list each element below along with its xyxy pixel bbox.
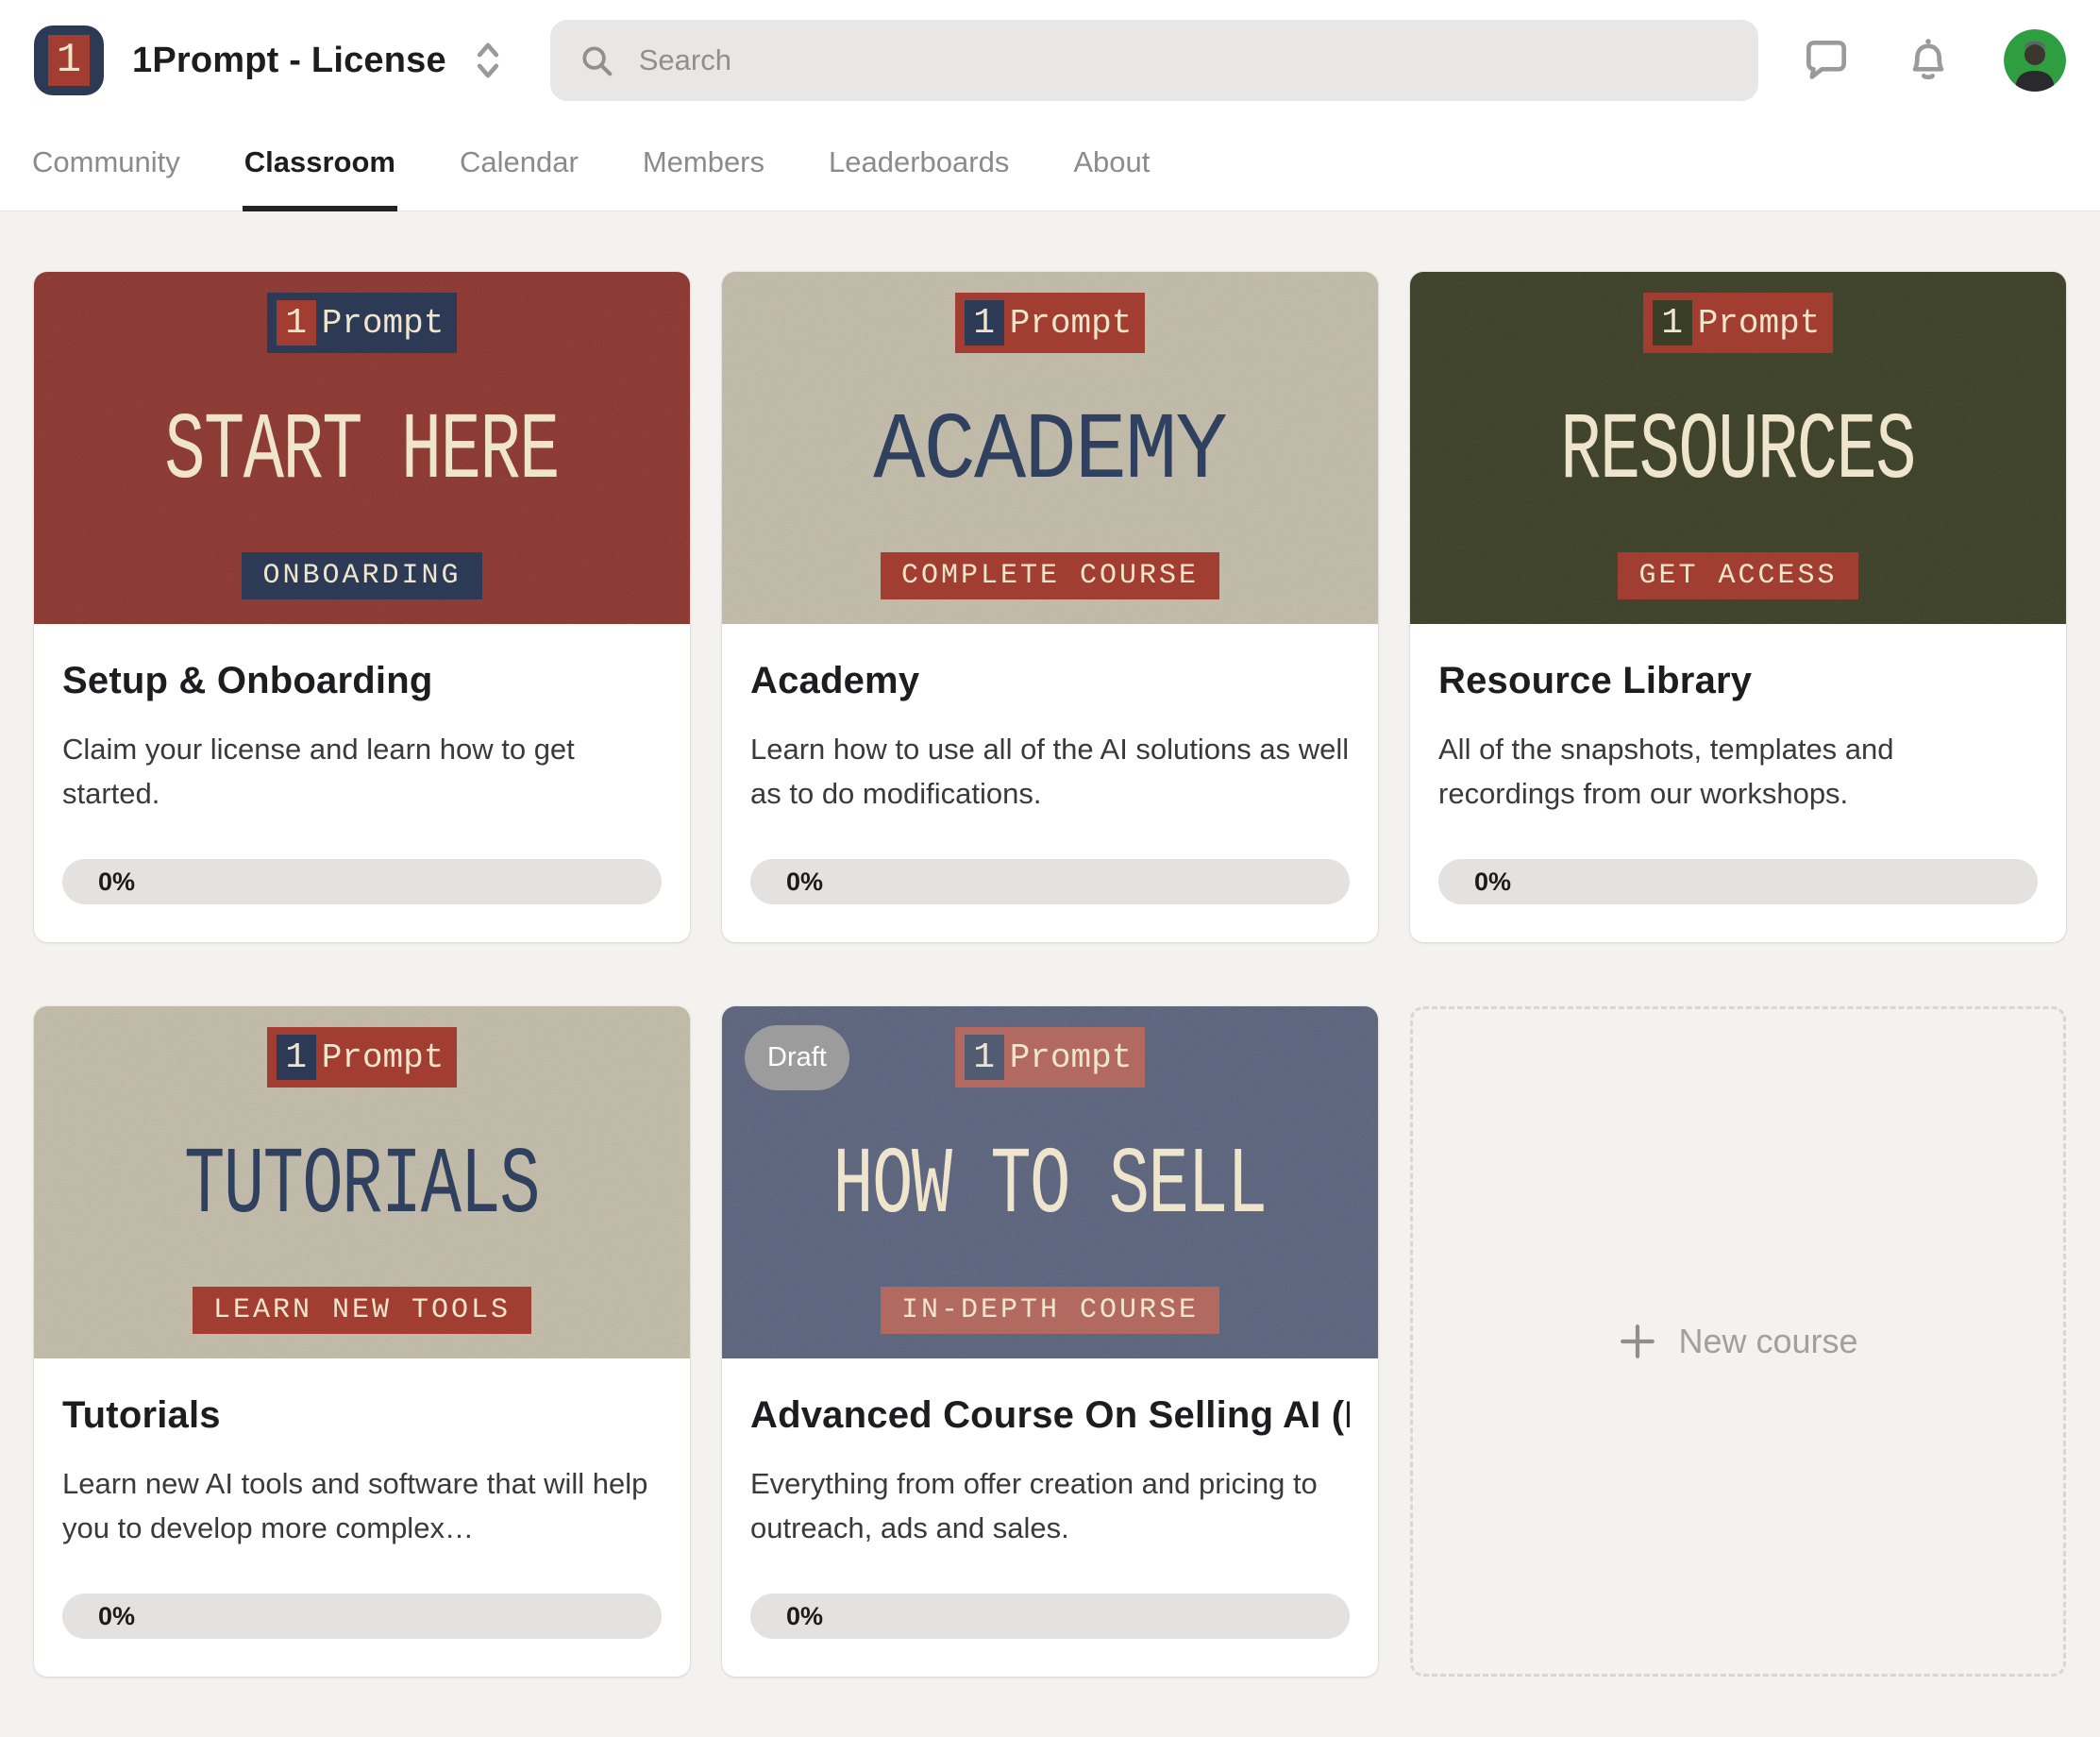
banner-label: IN-DEPTH COURSE — [881, 1287, 1219, 1334]
brand-badge-square: 1 — [1653, 300, 1692, 346]
brand-badge-square: 1 — [277, 300, 316, 346]
brand-badge: 1 Prompt — [955, 293, 1146, 353]
community-switcher-button[interactable] — [471, 40, 505, 81]
banner-label: GET ACCESS — [1618, 552, 1857, 599]
brand-badge-name: Prompt — [1698, 304, 1821, 343]
chat-bubble-icon — [1800, 34, 1853, 87]
community-logo[interactable]: 1 — [34, 25, 104, 95]
brand-badge-name: Prompt — [1010, 1038, 1133, 1077]
course-title: Tutorials — [62, 1394, 662, 1437]
banner-title: ACADEMY — [874, 399, 1227, 506]
course-description: Everything from offer creation and prici… — [750, 1461, 1350, 1556]
brand-badge-name: Prompt — [1010, 304, 1133, 343]
banner-title-wrap: START HERE — [34, 353, 690, 552]
avatar-image — [2004, 29, 2066, 92]
banner-title-wrap: HOW TO SELL — [722, 1088, 1378, 1287]
tab-about[interactable]: About — [1071, 121, 1151, 211]
brand-badge-square: 1 — [965, 1035, 1004, 1080]
progress-label: 0% — [786, 868, 823, 897]
brand-badge: 1 Prompt — [955, 1027, 1146, 1088]
progress-label: 0% — [786, 1602, 823, 1631]
brand-badge: 1 Prompt — [267, 1027, 458, 1088]
course-description: Learn new AI tools and software that wil… — [62, 1461, 662, 1556]
user-avatar[interactable] — [2004, 29, 2066, 92]
brand-badge-square: 1 — [965, 300, 1004, 346]
top-bar: 1 1Prompt - License — [0, 0, 2100, 121]
progress-bar: 0% — [1438, 859, 2038, 904]
course-card-how-to-sell[interactable]: Draft 1 Prompt HOW TO SELL IN-DEPTH COUR… — [722, 1006, 1378, 1677]
banner-label: ONBOARDING — [242, 552, 481, 599]
progress-label: 0% — [98, 1602, 135, 1631]
course-card-body: Advanced Course On Selling AI (H… Everyt… — [722, 1358, 1378, 1677]
progress-bar: 0% — [750, 1594, 1350, 1639]
tab-classroom[interactable]: Classroom — [243, 121, 397, 211]
course-banner: 1 Prompt START HERE ONBOARDING — [34, 272, 690, 624]
course-title: Advanced Course On Selling AI (H… — [750, 1394, 1350, 1437]
brand-badge: 1 Prompt — [267, 293, 458, 353]
nav-tabs: Community Classroom Calendar Members Lea… — [0, 121, 2100, 211]
progress-bar: 0% — [62, 859, 662, 904]
chevron-up-down-icon — [471, 40, 505, 81]
course-description: Claim your license and learn how to get … — [62, 727, 662, 821]
course-title: Setup & Onboarding — [62, 660, 662, 702]
course-banner: Draft 1 Prompt HOW TO SELL IN-DEPTH COUR… — [722, 1006, 1378, 1358]
banner-title: HOW TO SELL — [833, 1134, 1267, 1240]
course-banner: 1 Prompt TUTORIALS LEARN NEW TOOLS — [34, 1006, 690, 1358]
plus-icon — [1618, 1322, 1657, 1361]
progress-bar: 0% — [750, 859, 1350, 904]
course-description: Learn how to use all of the AI solutions… — [750, 727, 1350, 821]
banner-label: LEARN NEW TOOLS — [193, 1287, 531, 1334]
brand-badge-square: 1 — [277, 1035, 316, 1080]
draft-badge: Draft — [745, 1025, 849, 1090]
progress-label: 0% — [1474, 868, 1511, 897]
course-card-body: Tutorials Learn new AI tools and softwar… — [34, 1358, 690, 1677]
course-card-body: Setup & Onboarding Claim your license an… — [34, 624, 690, 942]
course-card-tutorials[interactable]: 1 Prompt TUTORIALS LEARN NEW TOOLS Tutor… — [34, 1006, 690, 1677]
bell-icon — [1902, 34, 1955, 87]
banner-title-wrap: RESOURCES — [1410, 353, 2066, 552]
banner-label: COMPLETE COURSE — [881, 552, 1219, 599]
banner-title-wrap: TUTORIALS — [34, 1088, 690, 1287]
brand-badge-name: Prompt — [322, 1038, 445, 1077]
course-banner: 1 Prompt ACADEMY COMPLETE COURSE — [722, 272, 1378, 624]
brand-badge-name: Prompt — [322, 304, 445, 343]
banner-title: TUTORIALS — [185, 1134, 540, 1240]
progress-bar: 0% — [62, 1594, 662, 1639]
tab-community[interactable]: Community — [30, 121, 182, 211]
banner-title-wrap: ACADEMY — [722, 353, 1378, 552]
search-bar[interactable] — [550, 20, 1758, 101]
course-card-body: Resource Library All of the snapshots, t… — [1410, 624, 2066, 942]
course-title: Academy — [750, 660, 1350, 702]
course-title: Resource Library — [1438, 660, 2038, 702]
search-icon — [579, 42, 614, 79]
course-grid: 1 Prompt START HERE ONBOARDING Setup & O… — [0, 211, 2100, 1737]
community-logo-glyph: 1 — [48, 35, 90, 86]
course-card-resource-library[interactable]: 1 Prompt RESOURCES GET ACCESS Resource L… — [1410, 272, 2066, 942]
tab-leaderboards[interactable]: Leaderboards — [827, 121, 1011, 211]
search-input[interactable] — [639, 43, 1730, 77]
top-icons — [1800, 29, 2066, 92]
banner-title: RESOURCES — [1561, 399, 1916, 506]
banner-title: START HERE — [165, 399, 560, 506]
new-course-label: New course — [1678, 1322, 1857, 1361]
course-banner: 1 Prompt RESOURCES GET ACCESS — [1410, 272, 2066, 624]
tab-calendar[interactable]: Calendar — [458, 121, 580, 211]
progress-label: 0% — [98, 868, 135, 897]
course-card-academy[interactable]: 1 Prompt ACADEMY COMPLETE COURSE Academy… — [722, 272, 1378, 942]
chat-button[interactable] — [1800, 34, 1853, 87]
course-description: All of the snapshots, templates and reco… — [1438, 727, 2038, 821]
course-card-setup-onboarding[interactable]: 1 Prompt START HERE ONBOARDING Setup & O… — [34, 272, 690, 942]
header: 1 1Prompt - License — [0, 0, 2100, 211]
brand-badge: 1 Prompt — [1643, 293, 1834, 353]
notifications-button[interactable] — [1902, 34, 1955, 87]
community-title: 1Prompt - License — [132, 41, 446, 81]
tab-members[interactable]: Members — [641, 121, 766, 211]
course-card-body: Academy Learn how to use all of the AI s… — [722, 624, 1378, 942]
new-course-button[interactable]: New course — [1410, 1006, 2066, 1677]
